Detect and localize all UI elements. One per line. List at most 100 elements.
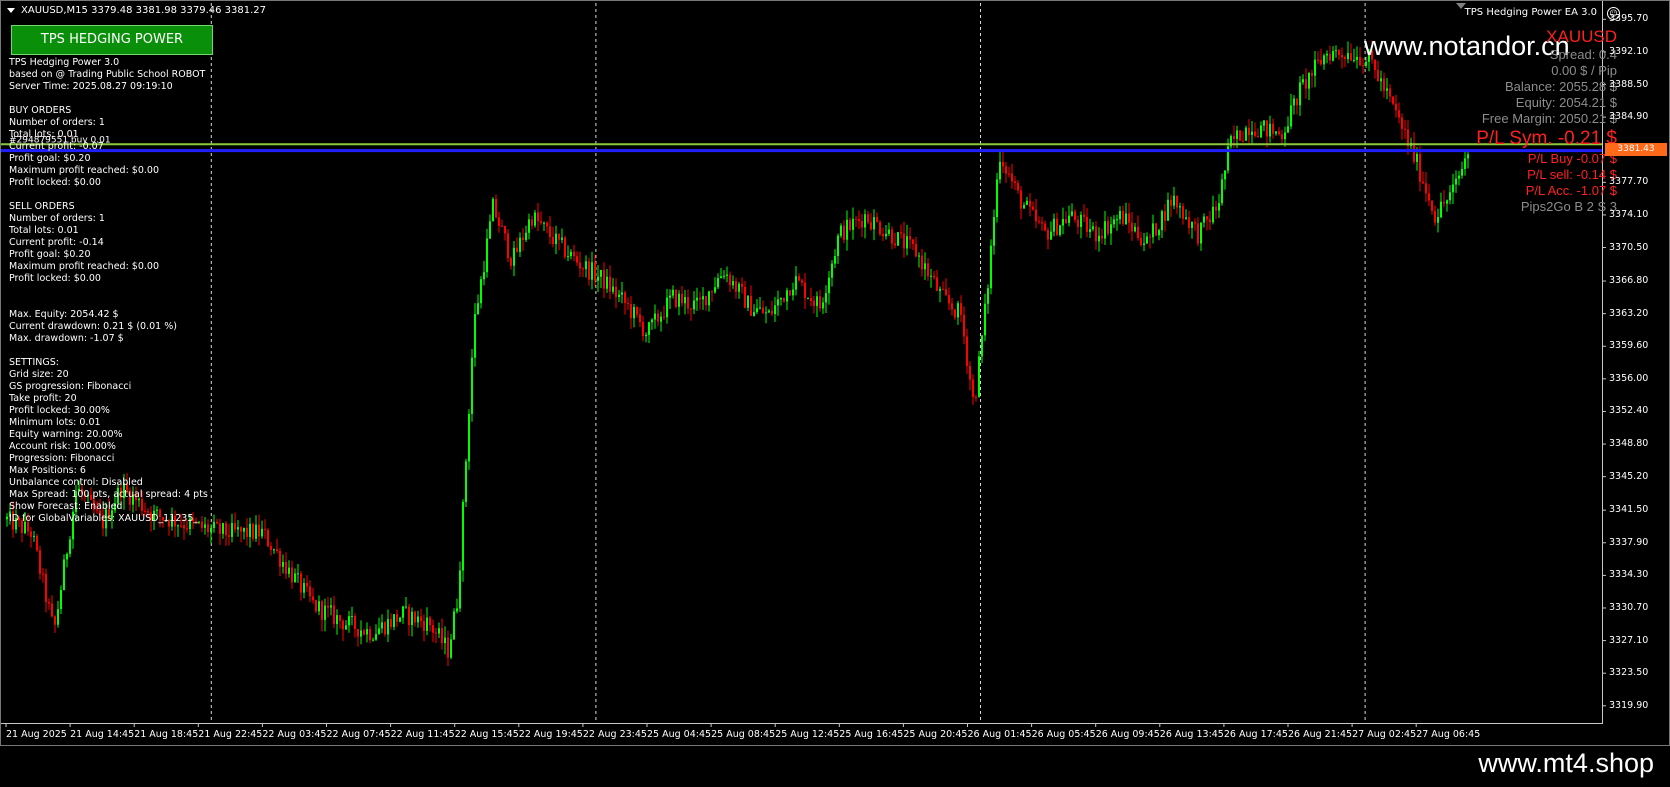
candle-body [1251,131,1253,136]
candle-body [1128,213,1130,223]
candle-body [984,303,986,336]
candle-body [939,288,941,291]
candle-body [516,247,518,252]
candle-body [621,292,623,295]
candle-body [1326,53,1328,56]
candle-body [453,611,455,640]
candle-body [285,561,287,574]
candle-body [1359,56,1361,66]
price-tick-label: 3327.10 [1609,634,1649,646]
candle-body [1434,210,1436,223]
candle-body [483,272,485,280]
stats-equity: Equity: 2054.21 $ [1515,95,1617,110]
candle-body [756,308,758,313]
candle-body [336,615,338,625]
candle-body [1002,161,1004,167]
candle-body [432,625,434,633]
candle-body [423,621,425,631]
candle-body [513,247,515,266]
candle-body [231,523,233,537]
info-line: based on @ Trading Public School ROBOT [9,69,206,80]
candle-body [759,307,761,309]
info-line: TPS Hedging Power 3.0 [9,57,120,68]
candle-body [1137,226,1139,238]
candle-body [414,611,416,623]
price-tick-label: 3384.90 [1609,111,1649,123]
candle-body [279,550,281,567]
candle-body [894,243,896,246]
dropdown-triangle-icon[interactable] [7,7,15,13]
candle-body [1071,211,1073,216]
candle-body [441,628,443,644]
candle-body [861,221,863,228]
candle-body [309,586,311,597]
candle-body [489,221,491,239]
ea-main-button[interactable]: TPS HEDGING POWER [11,25,213,55]
candle-body [1344,57,1346,60]
candle-body [1353,59,1355,61]
candle-body [381,622,383,629]
candle-body [1341,54,1343,58]
candle-body [624,292,626,304]
candle-body [360,630,362,637]
chart-window[interactable]: #294879551 buy 0.01 XAUUSD,M15 3379.48 3… [0,0,1670,746]
candle-body [762,307,764,314]
candle-body [1236,130,1238,139]
candle-body [978,356,980,398]
info-line [9,93,208,105]
candle-body [210,527,212,533]
candle-body [819,296,821,309]
candle-body [1398,110,1400,118]
candle-body [555,233,557,245]
price-tick-label: 3334.30 [1609,569,1649,581]
candle-body [1425,183,1427,194]
candle-body [678,293,680,307]
candle-body [699,297,701,300]
candle-body [222,523,224,534]
stats-pip-value: 0.00 $ / Pip [1551,63,1617,78]
candle-body [567,256,569,258]
time-tick-label: 25 Aug 04:45 [647,729,712,740]
stats-pips2go: Pips2Go B 2 S 3 [1520,199,1617,214]
candle-body [921,255,923,270]
candle-body [456,608,458,612]
candle-body [300,573,302,593]
candle-body [1377,69,1379,82]
price-tick-label: 3345.20 [1609,470,1649,482]
candle-body [354,615,356,630]
candle-body [1155,223,1157,236]
info-line: Progression: Fibonacci [9,453,115,464]
time-tick-label: 21 Aug 18:45 [134,729,199,740]
candle-body [603,269,605,289]
candle-body [264,528,266,530]
candle-body [1203,216,1205,223]
candle-body [528,219,530,233]
candle-body [915,244,917,257]
candle-body [1197,223,1199,244]
candle-body [993,217,995,246]
stats-pl-symbol: P/L Sym. -0.21 $ [1476,128,1617,149]
candle-body [1119,210,1121,220]
info-line: Current profit: -0.14 [9,237,104,248]
candle-body [831,263,833,278]
candle-body [297,573,299,575]
time-tick-label: 21 Aug 14:45 [70,729,135,740]
candle-body [240,527,242,532]
chart-header[interactable]: XAUUSD,M15 3379.48 3381.98 3379.46 3381.… [7,5,266,16]
candle-body [1260,125,1262,138]
info-line: Number of orders: 1 [9,213,105,224]
candle-body [447,637,449,658]
candle-body [549,226,551,237]
stats-pl-sell: P/L sell: -0.14 $ [1527,167,1617,182]
candle-body [408,606,410,626]
candle-body [618,294,620,298]
candle-body [363,630,365,635]
candle-body [801,280,803,283]
candle-body [666,297,668,318]
info-line: Maximum profit reached: $0.00 [9,261,159,272]
candle-body [1437,217,1439,223]
candle-body [345,625,347,630]
candle-body [768,310,770,313]
candle-body [1053,218,1055,232]
candle-body [1038,221,1040,223]
